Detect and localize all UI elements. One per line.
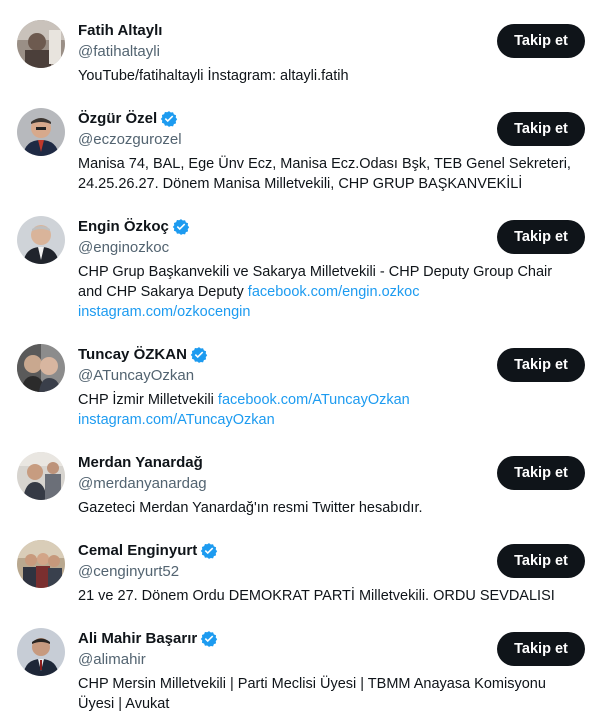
user-name[interactable]: Cemal Enginyurt — [78, 541, 197, 561]
follow-button[interactable]: Takip et — [497, 220, 585, 254]
follow-button[interactable]: Takip et — [497, 348, 585, 382]
follow-button[interactable]: Takip et — [497, 456, 585, 490]
user-name[interactable]: Merdan Yanardağ — [78, 453, 203, 473]
user-cell[interactable]: Fatih Altaylı @fatihaltayli YouTube/fati… — [0, 0, 601, 88]
user-bio: Manisa 74, BAL, Ege Ünv Ecz, Manisa Ecz.… — [78, 154, 585, 194]
user-name[interactable]: Özgür Özel — [78, 109, 157, 129]
bio-text: YouTube/fatihaltayli İnstagram: altayli.… — [78, 68, 349, 84]
avatar[interactable] — [17, 452, 65, 500]
avatar[interactable] — [17, 344, 65, 392]
user-bio: CHP Mersin Milletvekili | Parti Meclisi … — [78, 674, 585, 714]
user-cell[interactable]: Engin Özkoç @enginozkoc CHP Grup Başkanv… — [0, 196, 601, 324]
user-bio: CHP Grup Başkanvekili ve Sakarya Milletv… — [78, 262, 585, 322]
user-name[interactable]: Fatih Altaylı — [78, 21, 162, 41]
user-cell[interactable]: Tuncay ÖZKAN @ATuncayOzkan CHP İzmir Mil… — [0, 324, 601, 432]
avatar[interactable] — [17, 216, 65, 264]
user-name[interactable]: Engin Özkoç — [78, 217, 169, 237]
verified-badge-icon — [200, 542, 218, 560]
follow-button[interactable]: Takip et — [497, 24, 585, 58]
bio-text: 21 ve 27. Dönem Ordu DEMOKRAT PARTİ Mill… — [78, 588, 555, 604]
user-cell[interactable]: Merdan Yanardağ @merdanyanardag Gazeteci… — [0, 432, 601, 520]
user-bio: 21 ve 27. Dönem Ordu DEMOKRAT PARTİ Mill… — [78, 586, 585, 606]
user-cell[interactable]: Özgür Özel @eczozgurozel Manisa 74, BAL,… — [0, 88, 601, 196]
bio-text: Manisa 74, BAL, Ege Ünv Ecz, Manisa Ecz.… — [78, 156, 571, 192]
bio-text: Gazeteci Merdan Yanardağ'ın resmi Twitte… — [78, 500, 423, 516]
follow-button[interactable]: Takip et — [497, 632, 585, 666]
bio-text: CHP İzmir Milletvekili — [78, 392, 218, 408]
user-bio: Gazeteci Merdan Yanardağ'ın resmi Twitte… — [78, 498, 585, 518]
avatar[interactable] — [17, 20, 65, 68]
user-name[interactable]: Ali Mahir Başarır — [78, 629, 197, 649]
bio-link[interactable]: instagram.com/ATuncayOzkan — [78, 412, 275, 428]
follow-button[interactable]: Takip et — [497, 112, 585, 146]
user-name[interactable]: Tuncay ÖZKAN — [78, 345, 187, 365]
follow-button[interactable]: Takip et — [497, 544, 585, 578]
verified-badge-icon — [160, 110, 178, 128]
user-bio: CHP İzmir Milletvekili facebook.com/ATun… — [78, 390, 585, 430]
verified-badge-icon — [190, 346, 208, 364]
bio-link[interactable]: facebook.com/engin.ozkoc — [248, 284, 420, 300]
user-bio: YouTube/fatihaltayli İnstagram: altayli.… — [78, 66, 585, 86]
verified-badge-icon — [200, 630, 218, 648]
avatar[interactable] — [17, 628, 65, 676]
verified-badge-icon — [172, 218, 190, 236]
bio-link[interactable]: instagram.com/ozkocengin — [78, 304, 250, 320]
bio-text: CHP Mersin Milletvekili | Parti Meclisi … — [78, 676, 546, 712]
user-cell[interactable]: Ali Mahir Başarır @alimahir CHP Mersin M… — [0, 608, 601, 715]
bio-link[interactable]: facebook.com/ATuncayOzkan — [218, 392, 410, 408]
user-cell[interactable]: Cemal Enginyurt @cenginyurt52 21 ve 27. … — [0, 520, 601, 608]
who-to-follow-list: Fatih Altaylı @fatihaltayli YouTube/fati… — [0, 0, 601, 715]
avatar[interactable] — [17, 108, 65, 156]
avatar[interactable] — [17, 540, 65, 588]
